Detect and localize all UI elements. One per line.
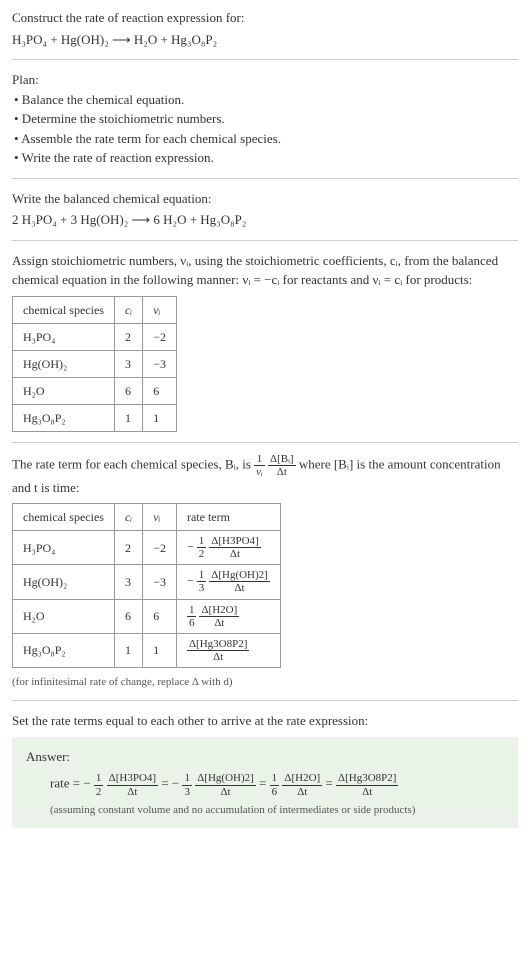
title: Construct the rate of reaction expressio… bbox=[12, 8, 518, 28]
table-row: H₂O 6 6 16 Δ[H2O]Δt bbox=[13, 599, 281, 633]
cell-c: 3 bbox=[114, 565, 142, 599]
table-row: Hg(OH)₂ 3 −3 bbox=[13, 350, 177, 377]
cell-c: 3 bbox=[114, 350, 142, 377]
divider bbox=[12, 700, 518, 701]
table-row: Hg(OH)₂ 3 −3 − 13 Δ[Hg(OH)2]Δt bbox=[13, 565, 281, 599]
plan-label: Plan: bbox=[12, 70, 518, 90]
table-header: rate term bbox=[176, 504, 280, 531]
plan-item: • Write the rate of reaction expression. bbox=[14, 148, 518, 168]
table-header: chemical species bbox=[13, 296, 115, 323]
fraction: 1 νᵢ bbox=[254, 453, 265, 478]
answer-box: Answer: rate = − 12 Δ[H3PO4]Δt = − 13 Δ[… bbox=[12, 737, 518, 828]
cell-rate: Δ[Hg3O8P2]Δt bbox=[176, 633, 280, 667]
divider bbox=[12, 442, 518, 443]
cell-v: 1 bbox=[143, 633, 177, 667]
cell-v: 6 bbox=[143, 599, 177, 633]
set-equal-text: Set the rate terms equal to each other t… bbox=[12, 711, 518, 731]
divider bbox=[12, 178, 518, 179]
cell-species: H₃PO₄ bbox=[13, 323, 115, 350]
cell-c: 2 bbox=[114, 323, 142, 350]
table-header: νᵢ bbox=[143, 296, 177, 323]
cell-v: −2 bbox=[143, 323, 177, 350]
cell-species: H₂O bbox=[13, 599, 115, 633]
answer-label: Answer: bbox=[26, 747, 504, 767]
plan-item: • Assemble the rate term for each chemic… bbox=[14, 129, 518, 149]
cell-v: 1 bbox=[143, 404, 177, 431]
plan-item: • Balance the chemical equation. bbox=[14, 90, 518, 110]
table-row: H₃PO₄ 2 −2 − 12 Δ[H3PO4]Δt bbox=[13, 531, 281, 565]
cell-c: 1 bbox=[114, 633, 142, 667]
table-header: cᵢ bbox=[114, 504, 142, 531]
table-row: H₃PO₄ 2 −2 bbox=[13, 323, 177, 350]
table-header: cᵢ bbox=[114, 296, 142, 323]
cell-species: Hg(OH)₂ bbox=[13, 565, 115, 599]
table-header: νᵢ bbox=[143, 504, 177, 531]
balanced-equation: 2 H₃PO₄ + 3 Hg(OH)₂ ⟶ 6 H₂O + Hg₃O₈P₂ bbox=[12, 210, 518, 230]
divider bbox=[12, 240, 518, 241]
cell-v: 6 bbox=[143, 377, 177, 404]
answer-equation: rate = − 12 Δ[H3PO4]Δt = − 13 Δ[Hg(OH)2]… bbox=[50, 772, 504, 797]
table-row: Hg₃O₈P₂ 1 1 Δ[Hg3O8P2]Δt bbox=[13, 633, 281, 667]
cell-c: 1 bbox=[114, 404, 142, 431]
cell-species: Hg₃O₈P₂ bbox=[13, 404, 115, 431]
table-header: chemical species bbox=[13, 504, 115, 531]
cell-rate: − 12 Δ[H3PO4]Δt bbox=[176, 531, 280, 565]
rate-term-table: chemical species cᵢ νᵢ rate term H₃PO₄ 2… bbox=[12, 503, 281, 668]
table-row: Hg₃O₈P₂ 1 1 bbox=[13, 404, 177, 431]
answer-note: (assuming constant volume and no accumul… bbox=[50, 802, 504, 819]
cell-species: Hg(OH)₂ bbox=[13, 350, 115, 377]
fraction: Δ[Bᵢ] Δt bbox=[268, 453, 296, 478]
balanced-label: Write the balanced chemical equation: bbox=[12, 189, 518, 209]
cell-v: −2 bbox=[143, 531, 177, 565]
cell-c: 2 bbox=[114, 531, 142, 565]
infinitesimal-note: (for infinitesimal rate of change, repla… bbox=[12, 674, 518, 691]
plan-item: • Determine the stoichiometric numbers. bbox=[14, 109, 518, 129]
cell-v: −3 bbox=[143, 565, 177, 599]
cell-c: 6 bbox=[114, 599, 142, 633]
rate-term-text: The rate term for each chemical species,… bbox=[12, 456, 254, 471]
stoich-table: chemical species cᵢ νᵢ H₃PO₄ 2 −2 Hg(OH)… bbox=[12, 296, 177, 432]
stoich-text: Assign stoichiometric numbers, νᵢ, using… bbox=[12, 251, 518, 290]
cell-v: −3 bbox=[143, 350, 177, 377]
cell-species: H₂O bbox=[13, 377, 115, 404]
divider bbox=[12, 59, 518, 60]
unbalanced-equation: H₃PO₄ + Hg(OH)₂ ⟶ H₂O + Hg₃O₈P₂ bbox=[12, 30, 518, 50]
table-row: H₂O 6 6 bbox=[13, 377, 177, 404]
cell-rate: − 13 Δ[Hg(OH)2]Δt bbox=[176, 565, 280, 599]
cell-species: H₃PO₄ bbox=[13, 531, 115, 565]
cell-rate: 16 Δ[H2O]Δt bbox=[176, 599, 280, 633]
cell-species: Hg₃O₈P₂ bbox=[13, 633, 115, 667]
cell-c: 6 bbox=[114, 377, 142, 404]
